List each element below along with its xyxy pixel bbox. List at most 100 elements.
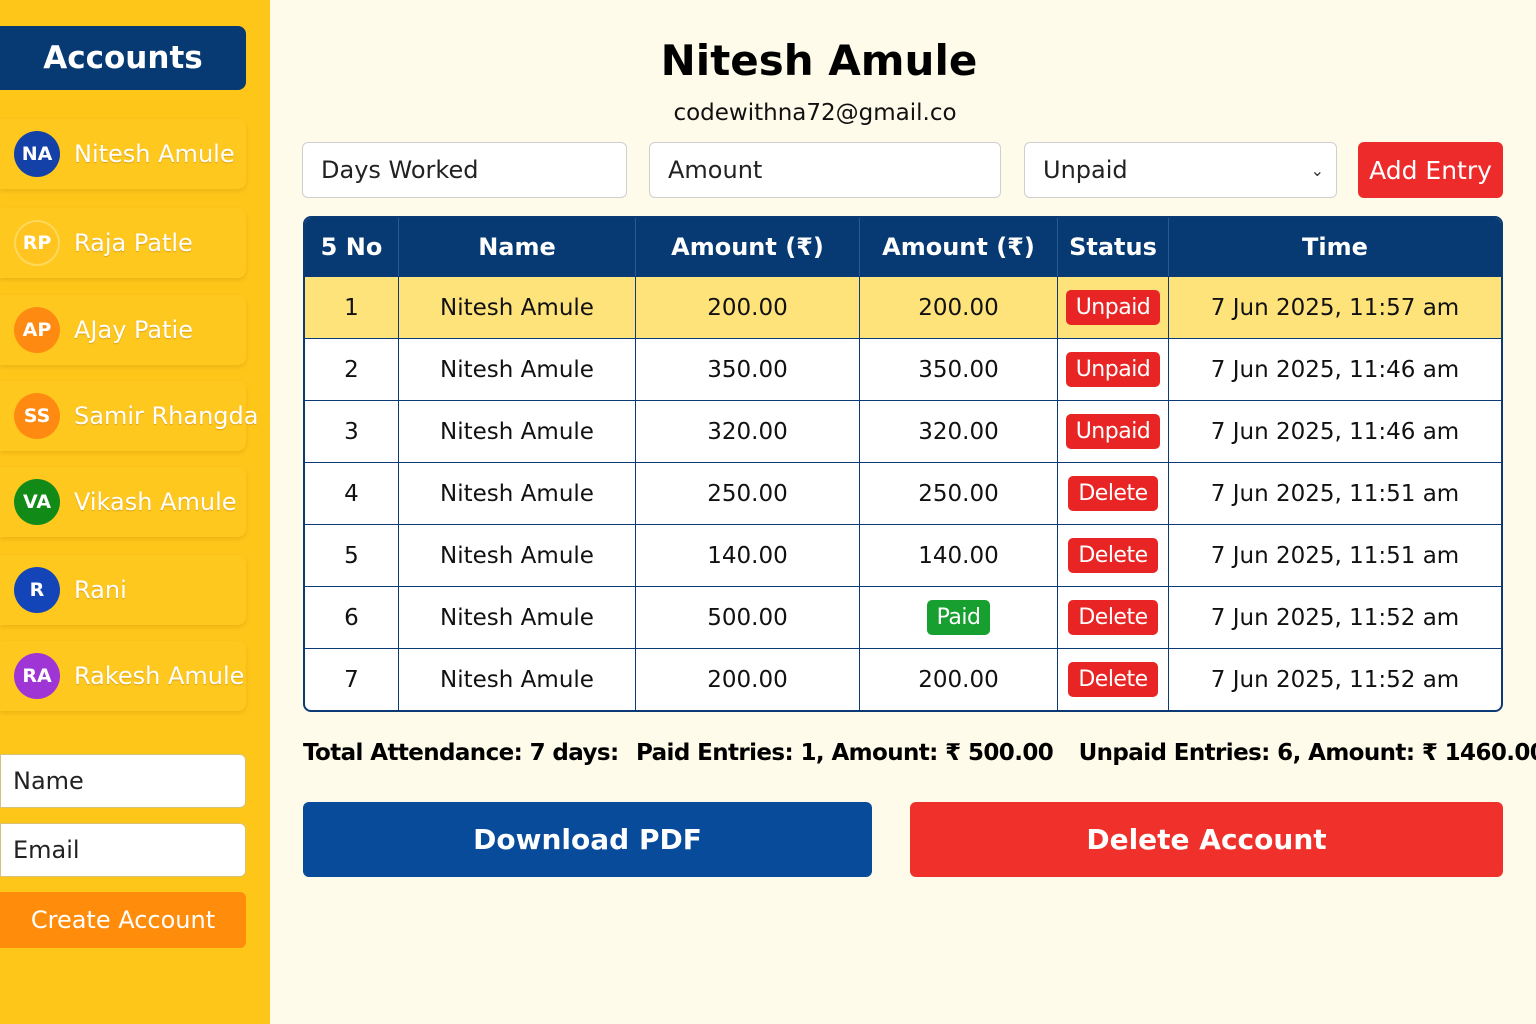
cell-amount2: 250.00 xyxy=(860,462,1058,524)
cell-amount2: 350.00 xyxy=(860,338,1058,400)
cell-amount: 200.00 xyxy=(636,648,860,710)
cell-no: 2 xyxy=(305,338,399,400)
sidebar-item-label: Rakesh Amule xyxy=(74,662,245,690)
cell-time: 7 Jun 2025, 11:46 am xyxy=(1169,400,1501,462)
table-row: 5 Nitesh Amule 140.00 140.00 Delete 7 Jun 202… xyxy=(305,524,1501,586)
delete-row-button[interactable]: Delete xyxy=(1068,662,1158,697)
summary-unpaid: Unpaid Entries: 6, Amount: ₹ 1460.00 xyxy=(1078,740,1536,766)
cell-amount: 320.00 xyxy=(636,400,860,462)
status-badge: Unpaid xyxy=(1065,290,1161,325)
cell-no: 5 xyxy=(305,524,399,586)
sidebar-item-account[interactable]: RA Rakesh Amule xyxy=(0,641,246,711)
sidebar-item-label: Rani xyxy=(74,576,127,604)
table-row: 7 Nitesh Amule 200.00 200.00 Delete 7 Jun 202… xyxy=(305,648,1501,710)
cell-name: Nitesh Amule xyxy=(399,586,636,648)
account-email: codewithna72@gmail.co xyxy=(673,100,957,126)
sidebar-title: Accounts xyxy=(0,26,246,90)
sidebar-item-label: Samir Rhangda xyxy=(74,402,259,430)
cell-name: Nitesh Amule xyxy=(399,276,636,338)
table-row: 2 Nitesh Amule 350.00 350.00 Unpaid 7 Jun 202… xyxy=(305,338,1501,400)
avatar: RA xyxy=(14,653,60,699)
status-badge: Unpaid xyxy=(1065,414,1161,449)
avatar: VA xyxy=(14,479,60,525)
cell-amount2: 200.00 xyxy=(860,276,1058,338)
status-select[interactable]: Unpaid ⌄ xyxy=(1024,142,1337,198)
cell-status: Unpaid xyxy=(1058,276,1169,338)
cell-amount: 250.00 xyxy=(636,462,860,524)
account-title: Nitesh Amule xyxy=(660,36,978,85)
cell-no: 1 xyxy=(305,276,399,338)
cell-time: 7 Jun 2025, 11:52 am xyxy=(1169,586,1501,648)
table-header-row: 5 No Name Amount (₹) Amount (₹) Status T… xyxy=(305,218,1501,276)
add-entry-button[interactable]: Add Entry xyxy=(1358,142,1503,198)
avatar: R xyxy=(14,567,60,613)
email-input[interactable]: Email xyxy=(0,823,246,877)
cell-amount: 350.00 xyxy=(636,338,860,400)
sidebar-item-label: Vikash Amule xyxy=(74,488,237,516)
download-pdf-button[interactable]: Download PDF xyxy=(303,802,872,877)
amount-input[interactable]: Amount xyxy=(649,142,1001,198)
delete-row-button[interactable]: Delete xyxy=(1068,600,1158,635)
cell-amount: 200.00 xyxy=(636,276,860,338)
cell-name: Nitesh Amule xyxy=(399,338,636,400)
summary-paid: Paid Entries: 1, Amount: ₹ 500.00 xyxy=(636,740,1054,766)
col-header-amount-2: Amount (₹) xyxy=(860,218,1058,276)
cell-status: Delete xyxy=(1058,524,1169,586)
table-row: 4 Nitesh Amule 250.00 250.00 Delete 7 Jun 202… xyxy=(305,462,1501,524)
table-row: 6 Nitesh Amule 500.00 Paid Delete 7 Jun 2025,… xyxy=(305,586,1501,648)
sidebar-item-label: Nitesh Amule xyxy=(74,140,235,168)
name-input[interactable]: Name xyxy=(0,754,246,808)
cell-time: 7 Jun 2025, 11:46 am xyxy=(1169,338,1501,400)
cell-status: Unpaid xyxy=(1058,338,1169,400)
chevron-down-icon: ⌄ xyxy=(1310,161,1324,180)
sidebar-item-account[interactable]: SS Samir Rhangda xyxy=(0,381,258,451)
status-badge: Unpaid xyxy=(1065,352,1161,387)
delete-account-button[interactable]: Delete Account xyxy=(910,802,1503,877)
page-title: Nitesh Amule xyxy=(270,36,1370,85)
table-row: 1 Nitesh Amule 200.00 200.00 Unpaid 7 Jun 202… xyxy=(305,276,1501,338)
cell-amount2: 140.00 xyxy=(860,524,1058,586)
status-select-value: Unpaid xyxy=(1043,156,1128,184)
cell-amount2: Paid xyxy=(860,586,1058,648)
col-header-status: Status xyxy=(1058,218,1169,276)
delete-row-button[interactable]: Delete xyxy=(1068,476,1158,511)
cell-amount: 140.00 xyxy=(636,524,860,586)
cell-status: Unpaid xyxy=(1058,400,1169,462)
cell-no: 7 xyxy=(305,648,399,710)
sidebar-item-account[interactable]: R Rani xyxy=(0,555,246,625)
avatar: SS xyxy=(14,393,60,439)
avatar: RP xyxy=(14,220,60,266)
cell-no: 4 xyxy=(305,462,399,524)
sidebar-item-account[interactable]: RP Raja Patle xyxy=(0,208,246,278)
cell-time: 7 Jun 2025, 11:51 am xyxy=(1169,524,1501,586)
sidebar-item-label: Raja Patle xyxy=(74,229,193,257)
avatar: AP xyxy=(14,307,60,353)
sidebar: Accounts NA Nitesh Amule RP Raja Patle AP AJa… xyxy=(0,0,270,1024)
col-header-no: 5 No xyxy=(305,218,399,276)
days-worked-input[interactable]: Days Worked xyxy=(302,142,627,198)
cell-amount2: 200.00 xyxy=(860,648,1058,710)
cell-status: Delete xyxy=(1058,462,1169,524)
entries-table: 5 No Name Amount (₹) Amount (₹) Status T… xyxy=(303,216,1503,712)
sidebar-item-account[interactable]: NA Nitesh Amule xyxy=(0,119,246,189)
sidebar-item-label: AJay Patie xyxy=(74,316,193,344)
status-badge: Paid xyxy=(926,600,991,635)
cell-name: Nitesh Amule xyxy=(399,400,636,462)
cell-no: 3 xyxy=(305,400,399,462)
create-account-button[interactable]: Create Account xyxy=(0,892,246,948)
cell-name: Nitesh Amule xyxy=(399,462,636,524)
sidebar-item-account[interactable]: VA Vikash Amule xyxy=(0,467,246,537)
summary-line: Total Attendance: 7 days: Paid Entries: … xyxy=(303,740,1536,766)
cell-time: 7 Jun 2025, 11:52 am xyxy=(1169,648,1501,710)
cell-status: Delete xyxy=(1058,648,1169,710)
avatar: NA xyxy=(14,131,60,177)
col-header-time: Time xyxy=(1169,218,1501,276)
col-header-amount: Amount (₹) xyxy=(636,218,860,276)
cell-name: Nitesh Amule xyxy=(399,524,636,586)
table-row: 3 Nitesh Amule 320.00 320.00 Unpaid 7 Jun 202… xyxy=(305,400,1501,462)
summary-attendance: Total Attendance: 7 days: xyxy=(303,740,619,766)
cell-time: 7 Jun 2025, 11:57 am xyxy=(1169,276,1501,338)
sidebar-item-account[interactable]: AP AJay Patie xyxy=(0,295,246,365)
cell-name: Nitesh Amule xyxy=(399,648,636,710)
delete-row-button[interactable]: Delete xyxy=(1068,538,1158,573)
